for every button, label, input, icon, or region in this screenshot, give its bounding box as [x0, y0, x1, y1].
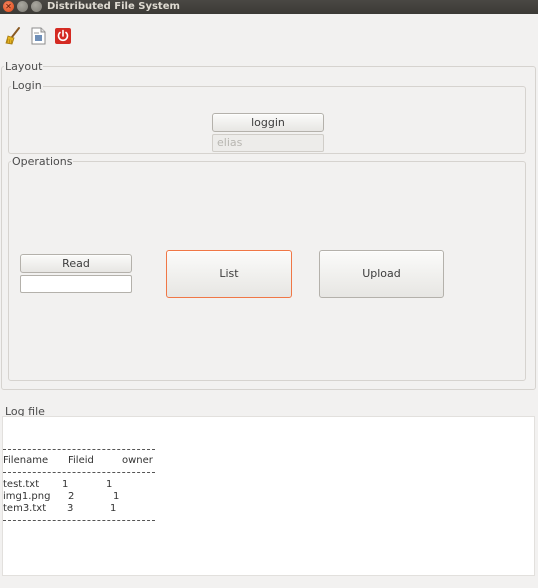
close-window-button[interactable]: ✕ — [3, 1, 14, 12]
list-button[interactable]: List — [166, 250, 292, 298]
upload-button[interactable]: Upload — [319, 250, 444, 298]
power-icon[interactable] — [54, 26, 72, 46]
minimize-window-button[interactable] — [17, 1, 28, 12]
username-field[interactable]: elias — [212, 134, 324, 152]
log-row-filename: test.txt — [3, 479, 40, 490]
log-divider — [3, 472, 155, 473]
read-file-input[interactable] — [20, 275, 132, 293]
read-button[interactable]: Read — [20, 254, 132, 273]
broom-icon[interactable] — [5, 26, 23, 46]
log-header-filename: Filename — [3, 455, 49, 466]
log-row-fileid: 1 — [62, 479, 69, 490]
document-icon[interactable] — [30, 26, 48, 46]
log-divider — [3, 449, 155, 450]
window-title: Distributed File System — [47, 1, 180, 12]
log-row-filename: img1.png — [3, 491, 51, 502]
login-group-label: Login — [11, 79, 43, 92]
log-header-fileid: Fileid — [68, 455, 94, 466]
log-divider — [3, 520, 155, 521]
log-row-filename: tem3.txt — [3, 503, 47, 514]
title-bar: ✕ Distributed File System — [0, 0, 538, 14]
maximize-window-button[interactable] — [31, 1, 42, 12]
log-row-fileid: 3 — [67, 503, 74, 514]
operations-group-label: Operations — [11, 155, 74, 168]
log-row-owner: 1 — [110, 503, 117, 514]
layout-group-label: Layout — [4, 60, 44, 73]
login-button[interactable]: loggin — [212, 113, 324, 132]
log-text-area[interactable]: Filename Fileid owner test.txt 1 1 img1.… — [2, 416, 535, 576]
log-row-owner: 1 — [106, 479, 113, 490]
log-header-owner: owner — [122, 455, 153, 466]
log-row-owner: 1 — [113, 491, 120, 502]
log-row-fileid: 2 — [68, 491, 75, 502]
